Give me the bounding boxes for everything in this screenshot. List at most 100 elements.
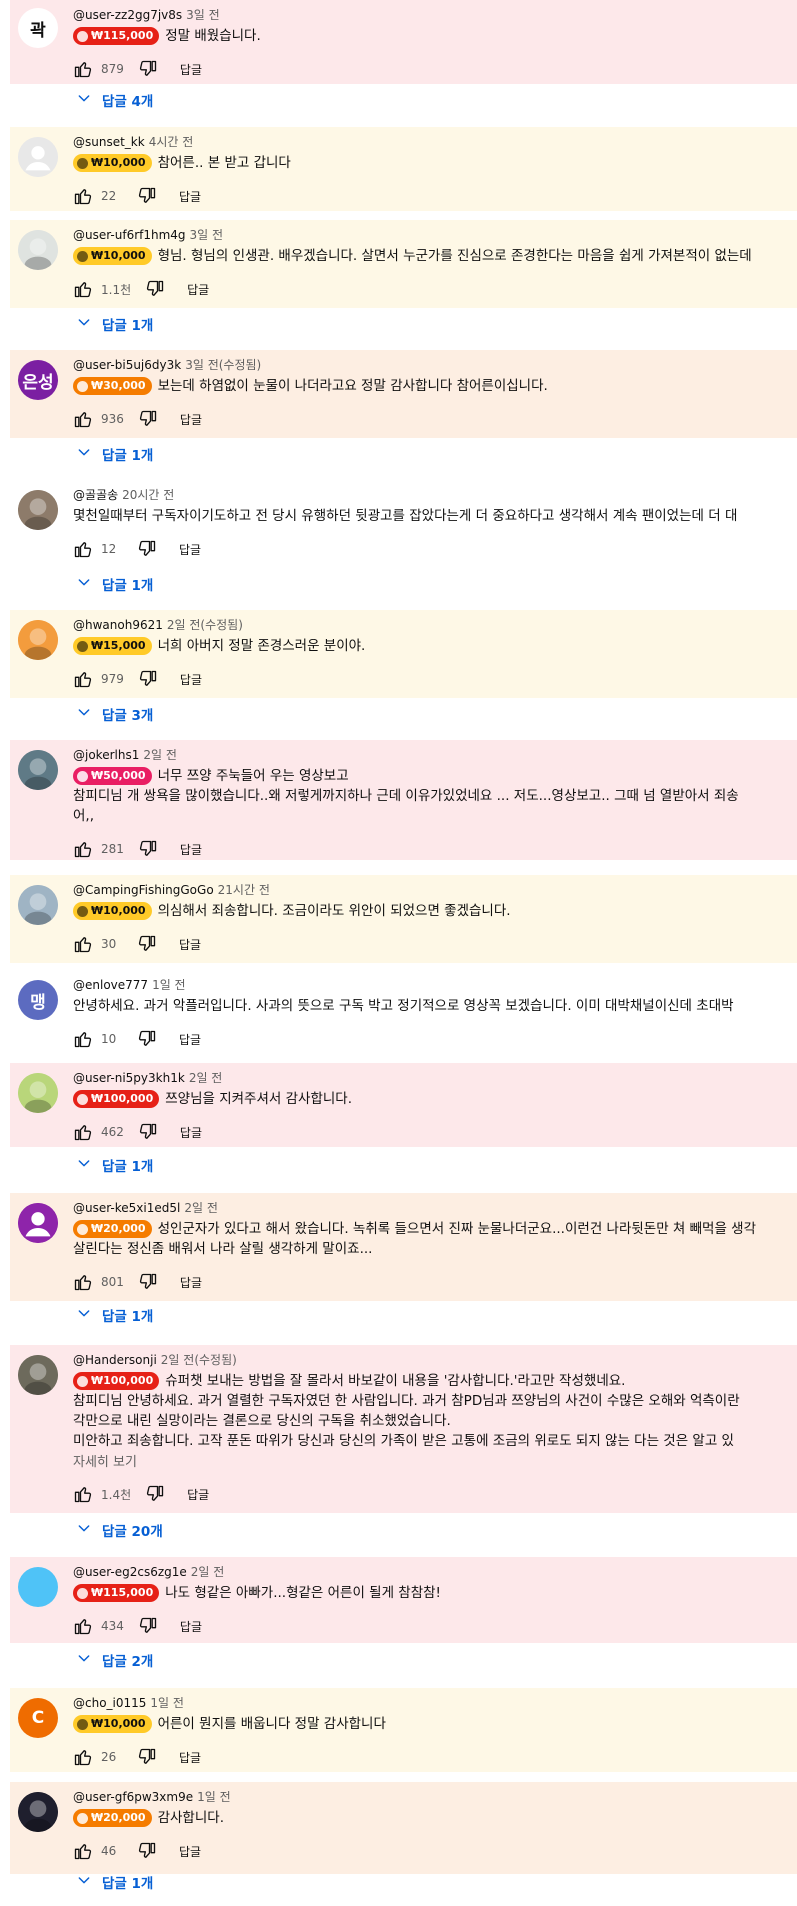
read-more-link[interactable]: 자세히 보기: [73, 1453, 797, 1473]
avatar[interactable]: [18, 1073, 58, 1113]
superchat-badge: ₩50,000: [73, 767, 152, 785]
avatar[interactable]: C: [18, 1698, 58, 1738]
dislike-icon[interactable]: [138, 59, 158, 79]
comment-text: 정말 배웠습니다.: [165, 28, 261, 44]
author-name[interactable]: @CampingFishingGoGo: [73, 883, 214, 897]
superchat-badge: ₩10,000: [73, 902, 152, 920]
dislike-icon[interactable]: [137, 1029, 157, 1049]
like-icon[interactable]: [73, 1841, 93, 1861]
reply-button[interactable]: 답글: [180, 1618, 202, 1635]
author-name[interactable]: @enlove777: [73, 978, 148, 992]
reply-button[interactable]: 답글: [180, 61, 202, 78]
author-name[interactable]: @sunset_kk: [73, 135, 145, 149]
avatar[interactable]: [18, 1792, 58, 1832]
view-replies-button[interactable]: 답글 1개: [76, 1305, 153, 1325]
dislike-icon[interactable]: [138, 669, 158, 689]
avatar[interactable]: [18, 490, 58, 530]
dislike-icon[interactable]: [138, 1616, 158, 1636]
like-icon[interactable]: [73, 1616, 93, 1636]
reply-button[interactable]: 답글: [180, 411, 202, 428]
dislike-icon[interactable]: [138, 1272, 158, 1292]
author-name[interactable]: @user-bi5uj6dy3k: [73, 358, 181, 372]
like-icon[interactable]: [73, 839, 93, 859]
reply-button[interactable]: 답글: [179, 1031, 201, 1048]
replies-count: 답글 1개: [102, 578, 154, 594]
author-name[interactable]: @user-uf6rf1hm4g: [73, 228, 186, 242]
avatar[interactable]: 맹: [18, 980, 58, 1020]
avatar[interactable]: 은성: [18, 360, 58, 400]
view-replies-button[interactable]: 답글 4개: [76, 90, 153, 110]
dislike-icon[interactable]: [137, 1747, 157, 1767]
view-replies-button[interactable]: 답글 1개: [76, 444, 153, 464]
dislike-icon[interactable]: [137, 539, 157, 559]
comment-text: 형님. 형님의 인생관. 배우겠습니다. 살면서 누군가를 진심으로 존경한다는…: [157, 248, 752, 264]
like-icon[interactable]: [73, 1272, 93, 1292]
like-icon[interactable]: [73, 1122, 93, 1142]
author-name[interactable]: @cho_i0115: [73, 1696, 146, 1710]
dislike-icon[interactable]: [137, 1841, 157, 1861]
dislike-icon[interactable]: [138, 839, 158, 859]
chevron-down-icon: [76, 444, 102, 464]
view-replies-button[interactable]: 답글 3개: [76, 704, 153, 724]
like-icon[interactable]: [73, 934, 93, 954]
like-icon[interactable]: [73, 1484, 93, 1504]
comment-text: 슈퍼챗 보내는 방법을 잘 몰라서 바보같이 내용을 '감사합니다.'라고만 작…: [165, 1373, 626, 1389]
like-icon[interactable]: [73, 669, 93, 689]
view-replies-button[interactable]: 답글 20개: [76, 1520, 163, 1540]
dislike-icon[interactable]: [138, 409, 158, 429]
superchat-coin-icon: [77, 1587, 88, 1599]
comment-actions: 22 답글: [73, 185, 201, 207]
reply-button[interactable]: 답글: [187, 1486, 209, 1503]
view-replies-button[interactable]: 답글 1개: [76, 574, 153, 594]
comment-item: @골골송 20시간 전 몇천일때부터 구독자이기도하고 전 당시 유행하던 뒷광고를…: [10, 480, 797, 568]
dislike-icon[interactable]: [137, 186, 157, 206]
reply-button[interactable]: 답글: [180, 1274, 202, 1291]
view-replies-button[interactable]: 답글 1개: [76, 1155, 153, 1175]
reply-button[interactable]: 답글: [180, 1124, 202, 1141]
author-name[interactable]: @user-ni5py3kh1k: [73, 1071, 185, 1085]
like-icon[interactable]: [73, 186, 93, 206]
reply-button[interactable]: 답글: [179, 1749, 201, 1766]
avatar[interactable]: [18, 885, 58, 925]
avatar[interactable]: [18, 1355, 58, 1395]
author-name[interactable]: @user-eg2cs6zg1e: [73, 1565, 187, 1579]
avatar[interactable]: [18, 620, 58, 660]
reply-button[interactable]: 답글: [187, 281, 209, 298]
reply-button[interactable]: 답글: [180, 671, 202, 688]
comment-item: @Handersonji 2일 전(수정됨) ₩100,000 슈퍼챗 보내는 방법을…: [10, 1345, 797, 1513]
avatar[interactable]: [18, 750, 58, 790]
author-name[interactable]: @골골송: [73, 488, 118, 502]
like-icon[interactable]: [73, 279, 93, 299]
comment-item: 맹 @enlove777 1일 전 안녕하세요. 과거 악플러입니다. 사과의 뜻으로…: [10, 970, 797, 1058]
comment-body: ₩20,000 성인군자가 있다고 해서 왔습니다. 녹취록 들으면서 진짜 눈물…: [73, 1219, 797, 1259]
view-replies-button[interactable]: 답글 1개: [76, 1872, 153, 1892]
like-icon[interactable]: [73, 1029, 93, 1049]
author-name[interactable]: @jokerlhs1: [73, 748, 139, 762]
dislike-icon[interactable]: [138, 1122, 158, 1142]
reply-button[interactable]: 답글: [179, 936, 201, 953]
like-icon[interactable]: [73, 59, 93, 79]
avatar[interactable]: [18, 230, 58, 270]
avatar[interactable]: [18, 137, 58, 177]
like-icon[interactable]: [73, 1747, 93, 1767]
like-icon[interactable]: [73, 539, 93, 559]
author-name[interactable]: @hwanoh9621: [73, 618, 163, 632]
avatar[interactable]: [18, 1203, 58, 1243]
like-icon[interactable]: [73, 409, 93, 429]
reply-button[interactable]: 답글: [179, 188, 201, 205]
dislike-icon[interactable]: [145, 279, 165, 299]
author-name[interactable]: @user-zz2gg7jv8s: [73, 8, 182, 22]
reply-button[interactable]: 답글: [180, 841, 202, 858]
avatar[interactable]: [18, 1567, 58, 1607]
dislike-icon[interactable]: [145, 1484, 165, 1504]
comment-text: 몇천일때부터 구독자이기도하고 전 당시 유행하던 뒷광고를 잡았다는게 더 중…: [73, 508, 738, 524]
author-name[interactable]: @user-gf6pw3xm9e: [73, 1790, 193, 1804]
author-name[interactable]: @user-ke5xi1ed5l: [73, 1201, 180, 1215]
view-replies-button[interactable]: 답글 1개: [76, 314, 153, 334]
reply-button[interactable]: 답글: [179, 1843, 201, 1860]
dislike-icon[interactable]: [137, 934, 157, 954]
author-name[interactable]: @Handersonji: [73, 1353, 157, 1367]
view-replies-button[interactable]: 답글 2개: [76, 1650, 153, 1670]
reply-button[interactable]: 답글: [179, 541, 201, 558]
avatar[interactable]: 곽: [18, 8, 58, 48]
